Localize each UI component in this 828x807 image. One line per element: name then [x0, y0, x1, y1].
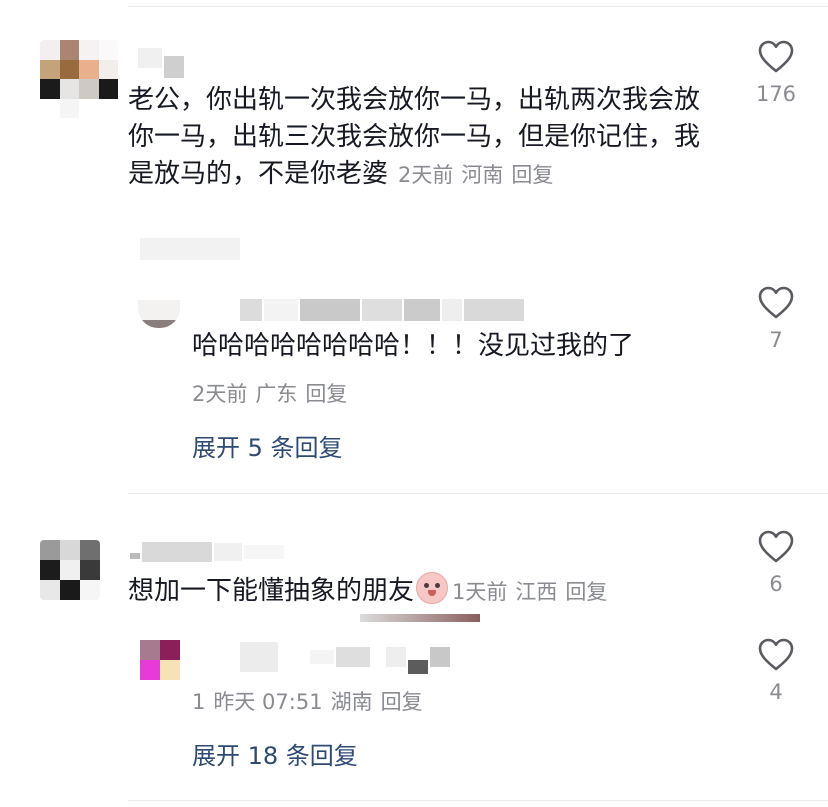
- pig-face-emoji-icon: [416, 572, 449, 604]
- bottom-divider: [128, 800, 828, 801]
- reply-text: 1: [192, 690, 206, 714]
- reply-username-blurred[interactable]: [240, 640, 450, 674]
- comment-divider: [128, 493, 828, 494]
- heart-outline-icon: [758, 638, 794, 671]
- blur-artifact: [360, 614, 480, 622]
- comment-text: 老公，你出轨一次我会放你一马，出轨两次我会放你一马，出轨三次我会放你一马，但是你…: [128, 85, 701, 189]
- like-count: 4: [769, 680, 783, 704]
- reply-text: 哈哈哈哈哈哈哈哈！！！没见过我的了: [192, 331, 635, 361]
- reply-username-blurred[interactable]: [240, 298, 524, 322]
- reply-button[interactable]: 回复: [565, 580, 607, 604]
- reply-like-button[interactable]: 7: [746, 286, 806, 352]
- comment-location: 江西: [515, 580, 558, 604]
- heart-outline-icon: [758, 530, 794, 563]
- top-divider: [128, 6, 828, 7]
- comment-location: 河南: [461, 163, 504, 187]
- comment-time: 1天前: [452, 580, 508, 604]
- reply-avatar[interactable]: [140, 640, 180, 680]
- reply-time: 昨天 07:51: [213, 690, 323, 714]
- like-count: 176: [755, 82, 797, 106]
- comment-text: 想加一下能懂抽象的朋友 1天前 江西 回复: [128, 572, 615, 611]
- expand-replies-link[interactable]: 展开 18 条回复: [192, 736, 358, 771]
- expand-replies-link[interactable]: 展开 5 条回复: [192, 428, 343, 463]
- reply-button[interactable]: 回复: [305, 382, 347, 406]
- reply-meta: 2天前 广东 回复: [192, 378, 355, 408]
- username-blurred[interactable]: [138, 38, 184, 78]
- reply-location: 广东: [255, 382, 298, 406]
- reply-avatar[interactable]: [138, 300, 180, 328]
- heart-outline-icon: [758, 286, 794, 319]
- heart-outline-icon: [758, 40, 794, 73]
- like-button[interactable]: 6: [746, 530, 806, 596]
- avatar[interactable]: [40, 40, 118, 118]
- comment-time: 2天前: [398, 163, 454, 187]
- reply-button[interactable]: 回复: [381, 690, 423, 714]
- reply-like-button[interactable]: 4: [746, 638, 806, 704]
- like-count: 7: [769, 328, 783, 352]
- like-button[interactable]: 176: [746, 40, 806, 106]
- reply-location: 湖南: [330, 690, 373, 714]
- username-blurred[interactable]: [130, 540, 284, 564]
- reply-meta: 1 昨天 07:51 湖南 回复: [192, 686, 431, 716]
- like-count: 6: [769, 572, 783, 596]
- reply-time: 2天前: [192, 382, 248, 406]
- avatar[interactable]: [40, 540, 100, 600]
- blur-artifact: [140, 238, 240, 260]
- reply-button[interactable]: 回复: [511, 163, 553, 187]
